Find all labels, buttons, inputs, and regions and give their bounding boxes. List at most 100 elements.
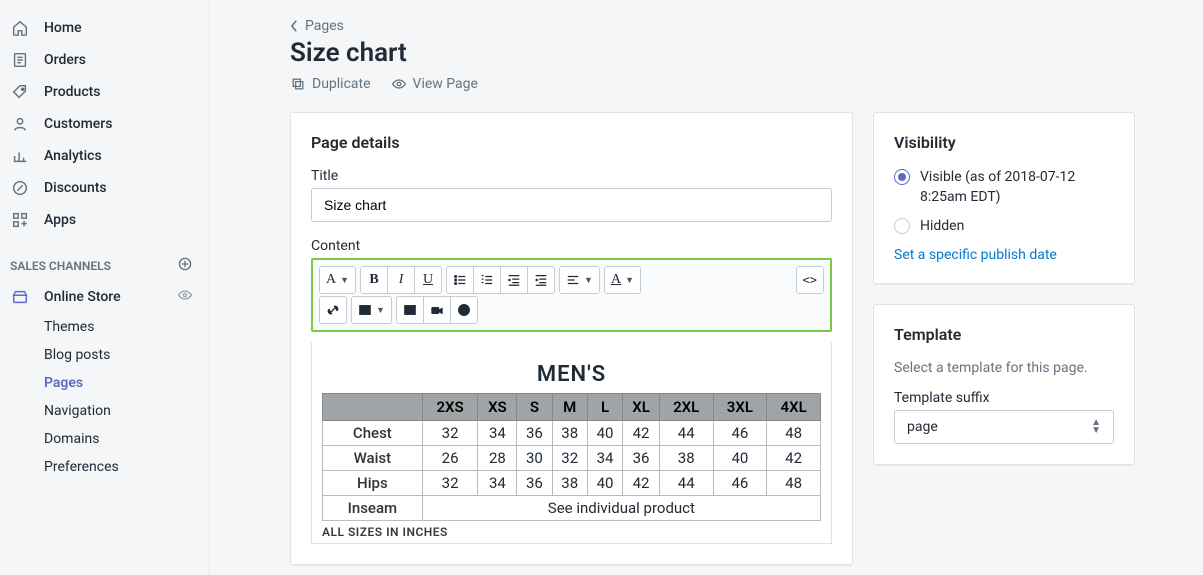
size-header-cell: 2XS [422,394,478,421]
nav-label: Home [44,20,82,36]
size-cell: 36 [517,421,552,446]
size-cell: 42 [623,471,660,496]
visibility-hidden-radio[interactable]: Hidden [894,217,1114,237]
store-icon [10,287,30,307]
size-cell: 34 [478,421,517,446]
nav-home[interactable]: Home [0,12,209,44]
size-header-cell [323,394,423,421]
table-row: InseamSee individual product [323,496,821,521]
nav-analytics[interactable]: Analytics [0,140,209,172]
subnav-pages[interactable]: Pages [44,369,209,397]
visibility-title: Visibility [894,133,1114,152]
size-cell: 44 [659,471,713,496]
duplicate-icon [290,76,306,92]
clear-format-button[interactable] [450,296,478,324]
subnav-themes[interactable]: Themes [44,313,209,341]
size-cell: 32 [422,421,478,446]
subnav-blog-posts[interactable]: Blog posts [44,341,209,369]
visibility-visible-radio[interactable]: Visible (as of 2018-07-12 8:25am EDT) [894,168,1114,207]
nav-online-store[interactable]: Online Store [0,281,209,313]
size-header-cell: XL [623,394,660,421]
duplicate-action[interactable]: Duplicate [290,76,371,92]
size-footnote: ALL SIZES IN INCHES [322,525,821,539]
outdent-button[interactable] [500,266,528,294]
nav-label: Analytics [44,148,102,164]
nav-orders[interactable]: Orders [0,44,209,76]
size-cell: 26 [422,446,478,471]
view-page-action[interactable]: View Page [391,76,478,92]
nav-customers[interactable]: Customers [0,108,209,140]
subnav-domains[interactable]: Domains [44,425,209,453]
size-cell: 46 [713,471,767,496]
size-cell: 30 [517,446,552,471]
align-dropdown[interactable]: ▼ [559,266,600,294]
size-header-cell: S [517,394,552,421]
preview-icon[interactable] [177,287,193,307]
home-icon [10,18,30,38]
template-desc: Select a template for this page. [894,360,1114,376]
size-cell: 34 [478,471,517,496]
size-cell: 48 [767,421,821,446]
size-cell: 32 [422,471,478,496]
main-content: Pages Size chart Duplicate View Page Pag… [210,0,1203,575]
hidden-label: Hidden [920,217,964,237]
sales-channels-header: Sales Channels [0,236,209,281]
template-suffix-value: page [907,419,938,435]
italic-button[interactable]: I [387,266,415,294]
format-dropdown[interactable]: A▼ [319,266,356,294]
size-chart-table: 2XSXSSMLXL2XL3XL4XL Chest323436384042444… [322,393,821,521]
nav-label: Online Store [44,289,121,305]
template-card: Template Select a template for this page… [873,304,1135,465]
visibility-card: Visibility Visible (as of 2018-07-12 8:2… [873,112,1135,284]
eye-icon [391,76,407,92]
size-header-cell: 2XL [659,394,713,421]
mens-heading: MEN'S [322,362,821,387]
image-button[interactable] [396,296,424,324]
underline-button[interactable]: U [414,266,442,294]
text-color-dropdown[interactable]: A▼ [604,266,641,294]
breadcrumb-back[interactable]: Pages [290,18,344,34]
video-button[interactable] [423,296,451,324]
row-span-cell: See individual product [422,496,820,521]
nav-discounts[interactable]: Discounts [0,172,209,204]
nav-apps[interactable]: Apps [0,204,209,236]
subnav-preferences[interactable]: Preferences [44,453,209,481]
set-publish-date-link[interactable]: Set a specific publish date [894,247,1114,263]
bold-button[interactable]: B [360,266,388,294]
size-cell: 28 [478,446,517,471]
title-label: Title [311,168,832,184]
html-button[interactable]: <> [796,266,824,294]
size-header-cell: 3XL [713,394,767,421]
size-cell: 46 [713,421,767,446]
radio-checked-icon [894,169,910,185]
nav-products[interactable]: Products [0,76,209,108]
subnav-navigation[interactable]: Navigation [44,397,209,425]
size-cell: 38 [552,421,587,446]
size-header-cell: M [552,394,587,421]
size-header-cell: L [587,394,622,421]
indent-button[interactable] [527,266,555,294]
size-cell: 44 [659,421,713,446]
table-row: Chest323436384042444648 [323,421,821,446]
row-label: Waist [323,446,423,471]
size-cell: 34 [587,446,622,471]
table-dropdown[interactable]: ▼ [351,296,392,324]
radio-unchecked-icon [894,218,910,234]
discount-icon [10,178,30,198]
numbered-list-button[interactable] [473,266,501,294]
size-cell: 40 [587,421,622,446]
editor-toolbar: A▼ B I U [311,258,832,332]
nav-label: Orders [44,52,86,68]
tag-icon [10,82,30,102]
bulleted-list-button[interactable] [446,266,474,294]
analytics-icon [10,146,30,166]
link-button[interactable] [319,296,347,324]
size-cell: 48 [767,471,821,496]
size-cell: 38 [552,471,587,496]
table-row: Hips323436384042444648 [323,471,821,496]
title-input[interactable] [311,188,832,222]
content-editor[interactable]: MEN'S 2XSXSSMLXL2XL3XL4XL Chest323436384… [311,342,832,544]
add-channel-icon[interactable] [177,256,193,275]
sidebar: Home Orders Products Customers Analytics… [0,0,210,575]
template-suffix-select[interactable]: page ▲▼ [894,410,1114,444]
